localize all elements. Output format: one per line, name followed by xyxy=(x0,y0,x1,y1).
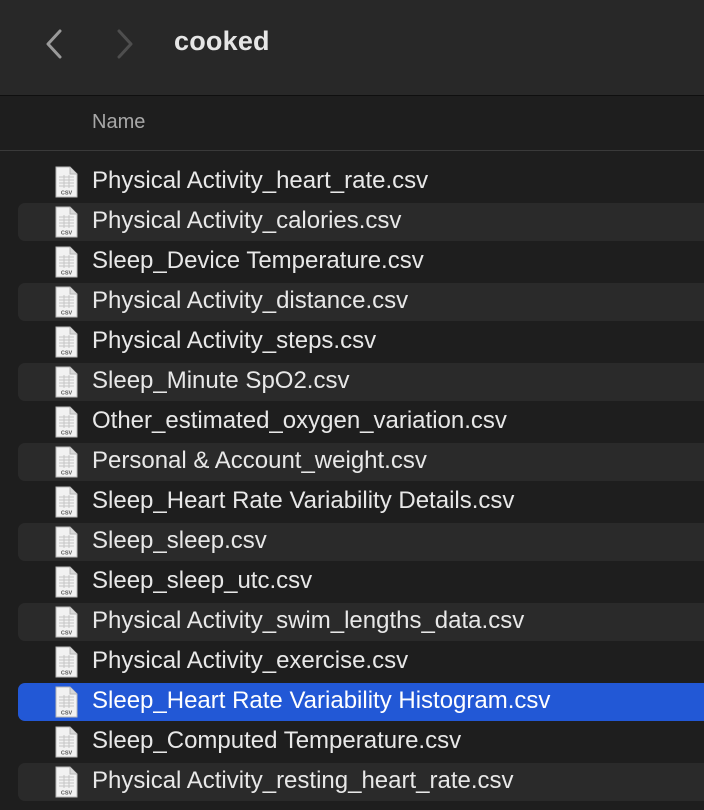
svg-text:CSV: CSV xyxy=(61,471,73,477)
csv-file-icon: CSV xyxy=(52,686,80,718)
svg-text:CSV: CSV xyxy=(61,751,73,757)
file-row[interactable]: CSV Physical Activity_exercise.csv xyxy=(18,643,704,681)
file-name: Sleep_sleep_utc.csv xyxy=(92,567,313,594)
file-row[interactable]: CSV Sleep_Minute SpO2.csv xyxy=(18,363,704,401)
toolbar: cooked xyxy=(0,0,704,96)
file-name: Sleep_Minute SpO2.csv xyxy=(92,367,350,394)
svg-text:CSV: CSV xyxy=(61,671,73,677)
svg-text:CSV: CSV xyxy=(61,391,73,397)
file-row[interactable]: CSV Physical Activity_distance.csv xyxy=(18,283,704,321)
name-column-header[interactable]: Name xyxy=(92,111,145,134)
file-row[interactable]: CSV Physical Activity_calories.csv xyxy=(18,203,704,241)
svg-text:CSV: CSV xyxy=(61,351,73,357)
csv-file-icon: CSV xyxy=(52,646,80,678)
file-row[interactable]: CSV Physical Activity_resting_heart_rate.… xyxy=(18,763,704,801)
csv-file-icon: CSV xyxy=(52,206,80,238)
svg-text:CSV: CSV xyxy=(61,231,73,237)
csv-file-icon: CSV xyxy=(52,286,80,318)
chevron-right-icon xyxy=(115,28,135,60)
csv-file-icon: CSV xyxy=(52,166,80,198)
svg-text:CSV: CSV xyxy=(61,591,73,597)
file-row[interactable]: CSV Sleep_sleep_utc.csv xyxy=(18,563,704,601)
svg-text:CSV: CSV xyxy=(61,791,73,797)
finder-window: cooked Name CSV Physical Activity_heart_r… xyxy=(0,0,704,810)
file-name: Physical Activity_calories.csv xyxy=(92,207,402,234)
file-name: Personal & Account_weight.csv xyxy=(92,447,427,474)
file-row[interactable]: CSV Sleep_Device Temperature.csv xyxy=(18,243,704,281)
file-name: Sleep_sleep.csv xyxy=(92,527,267,554)
svg-text:CSV: CSV xyxy=(61,711,73,717)
csv-file-icon: CSV xyxy=(52,246,80,278)
file-row[interactable]: CSV Physical Activity_swim_lengths_data.c… xyxy=(18,603,704,641)
back-button[interactable] xyxy=(36,24,72,64)
folder-title: cooked xyxy=(174,26,270,56)
chevron-left-icon xyxy=(44,28,64,60)
csv-file-icon: CSV xyxy=(52,486,80,518)
forward-button[interactable] xyxy=(107,24,143,64)
csv-file-icon: CSV xyxy=(52,406,80,438)
svg-text:CSV: CSV xyxy=(61,511,73,517)
file-name: Other_estimated_oxygen_variation.csv xyxy=(92,407,507,434)
file-row[interactable]: CSV Sleep_Heart Rate Variability Histogra… xyxy=(18,683,704,721)
svg-text:CSV: CSV xyxy=(61,271,73,277)
svg-text:CSV: CSV xyxy=(61,311,73,317)
csv-file-icon: CSV xyxy=(52,526,80,558)
csv-file-icon: CSV xyxy=(52,606,80,638)
file-row[interactable]: CSV Other_estimated_oxygen_variation.csv xyxy=(18,403,704,441)
file-name: Sleep_Heart Rate Variability Histogram.c… xyxy=(92,687,551,714)
file-name: Sleep_Heart Rate Variability Details.csv xyxy=(92,487,515,514)
column-header-row: Name xyxy=(0,97,704,151)
file-row[interactable]: CSV Physical Activity_heart_rate.csv xyxy=(18,163,704,201)
file-name: Sleep_Device Temperature.csv xyxy=(92,247,424,274)
file-name: Physical Activity_resting_heart_rate.csv xyxy=(92,767,514,794)
file-name: Physical Activity_steps.csv xyxy=(92,327,377,354)
csv-file-icon: CSV xyxy=(52,566,80,598)
csv-file-icon: CSV xyxy=(52,726,80,758)
csv-file-icon: CSV xyxy=(52,326,80,358)
svg-text:CSV: CSV xyxy=(61,631,73,637)
csv-file-icon: CSV xyxy=(52,766,80,798)
file-row[interactable]: CSV Sleep_sleep.csv xyxy=(18,523,704,561)
file-row[interactable]: CSV Physical Activity_steps.csv xyxy=(18,323,704,361)
csv-file-icon: CSV xyxy=(52,446,80,478)
svg-text:CSV: CSV xyxy=(61,431,73,437)
file-row[interactable]: CSV Sleep_Heart Rate Variability Details.… xyxy=(18,483,704,521)
file-name: Physical Activity_heart_rate.csv xyxy=(92,167,429,194)
file-name: Physical Activity_exercise.csv xyxy=(92,647,409,674)
file-row[interactable]: CSV Sleep_Computed Temperature.csv xyxy=(18,723,704,761)
svg-text:CSV: CSV xyxy=(61,191,73,197)
file-name: Physical Activity_swim_lengths_data.csv xyxy=(92,607,525,634)
svg-text:CSV: CSV xyxy=(61,551,73,557)
file-row[interactable]: CSV Personal & Account_weight.csv xyxy=(18,443,704,481)
csv-file-icon: CSV xyxy=(52,366,80,398)
file-name: Physical Activity_distance.csv xyxy=(92,287,409,314)
file-name: Sleep_Computed Temperature.csv xyxy=(92,727,462,754)
